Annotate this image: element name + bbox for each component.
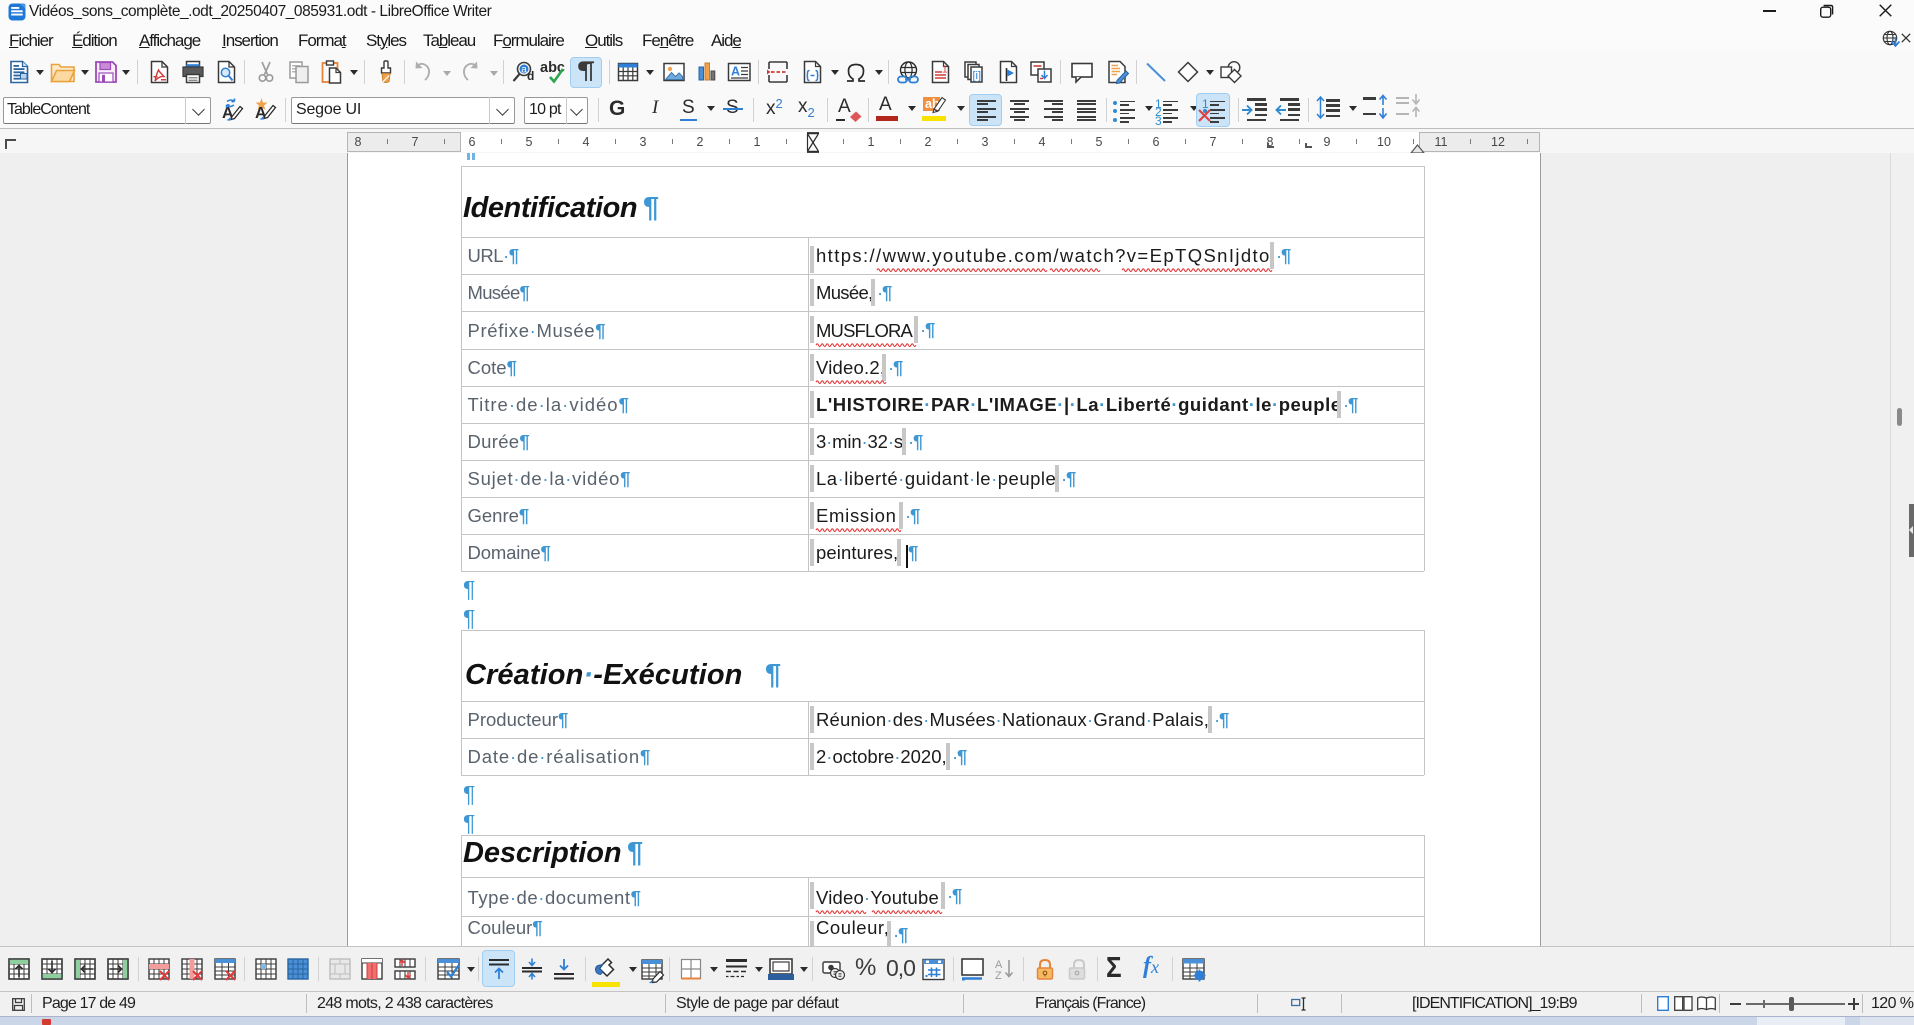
svg-text:[i]: [i] [973,70,982,82]
svg-text:1: 1 [942,65,948,76]
svg-text:A: A [731,65,740,79]
svg-text:d: d [527,69,534,83]
svg-text:Z: Z [995,970,1002,982]
